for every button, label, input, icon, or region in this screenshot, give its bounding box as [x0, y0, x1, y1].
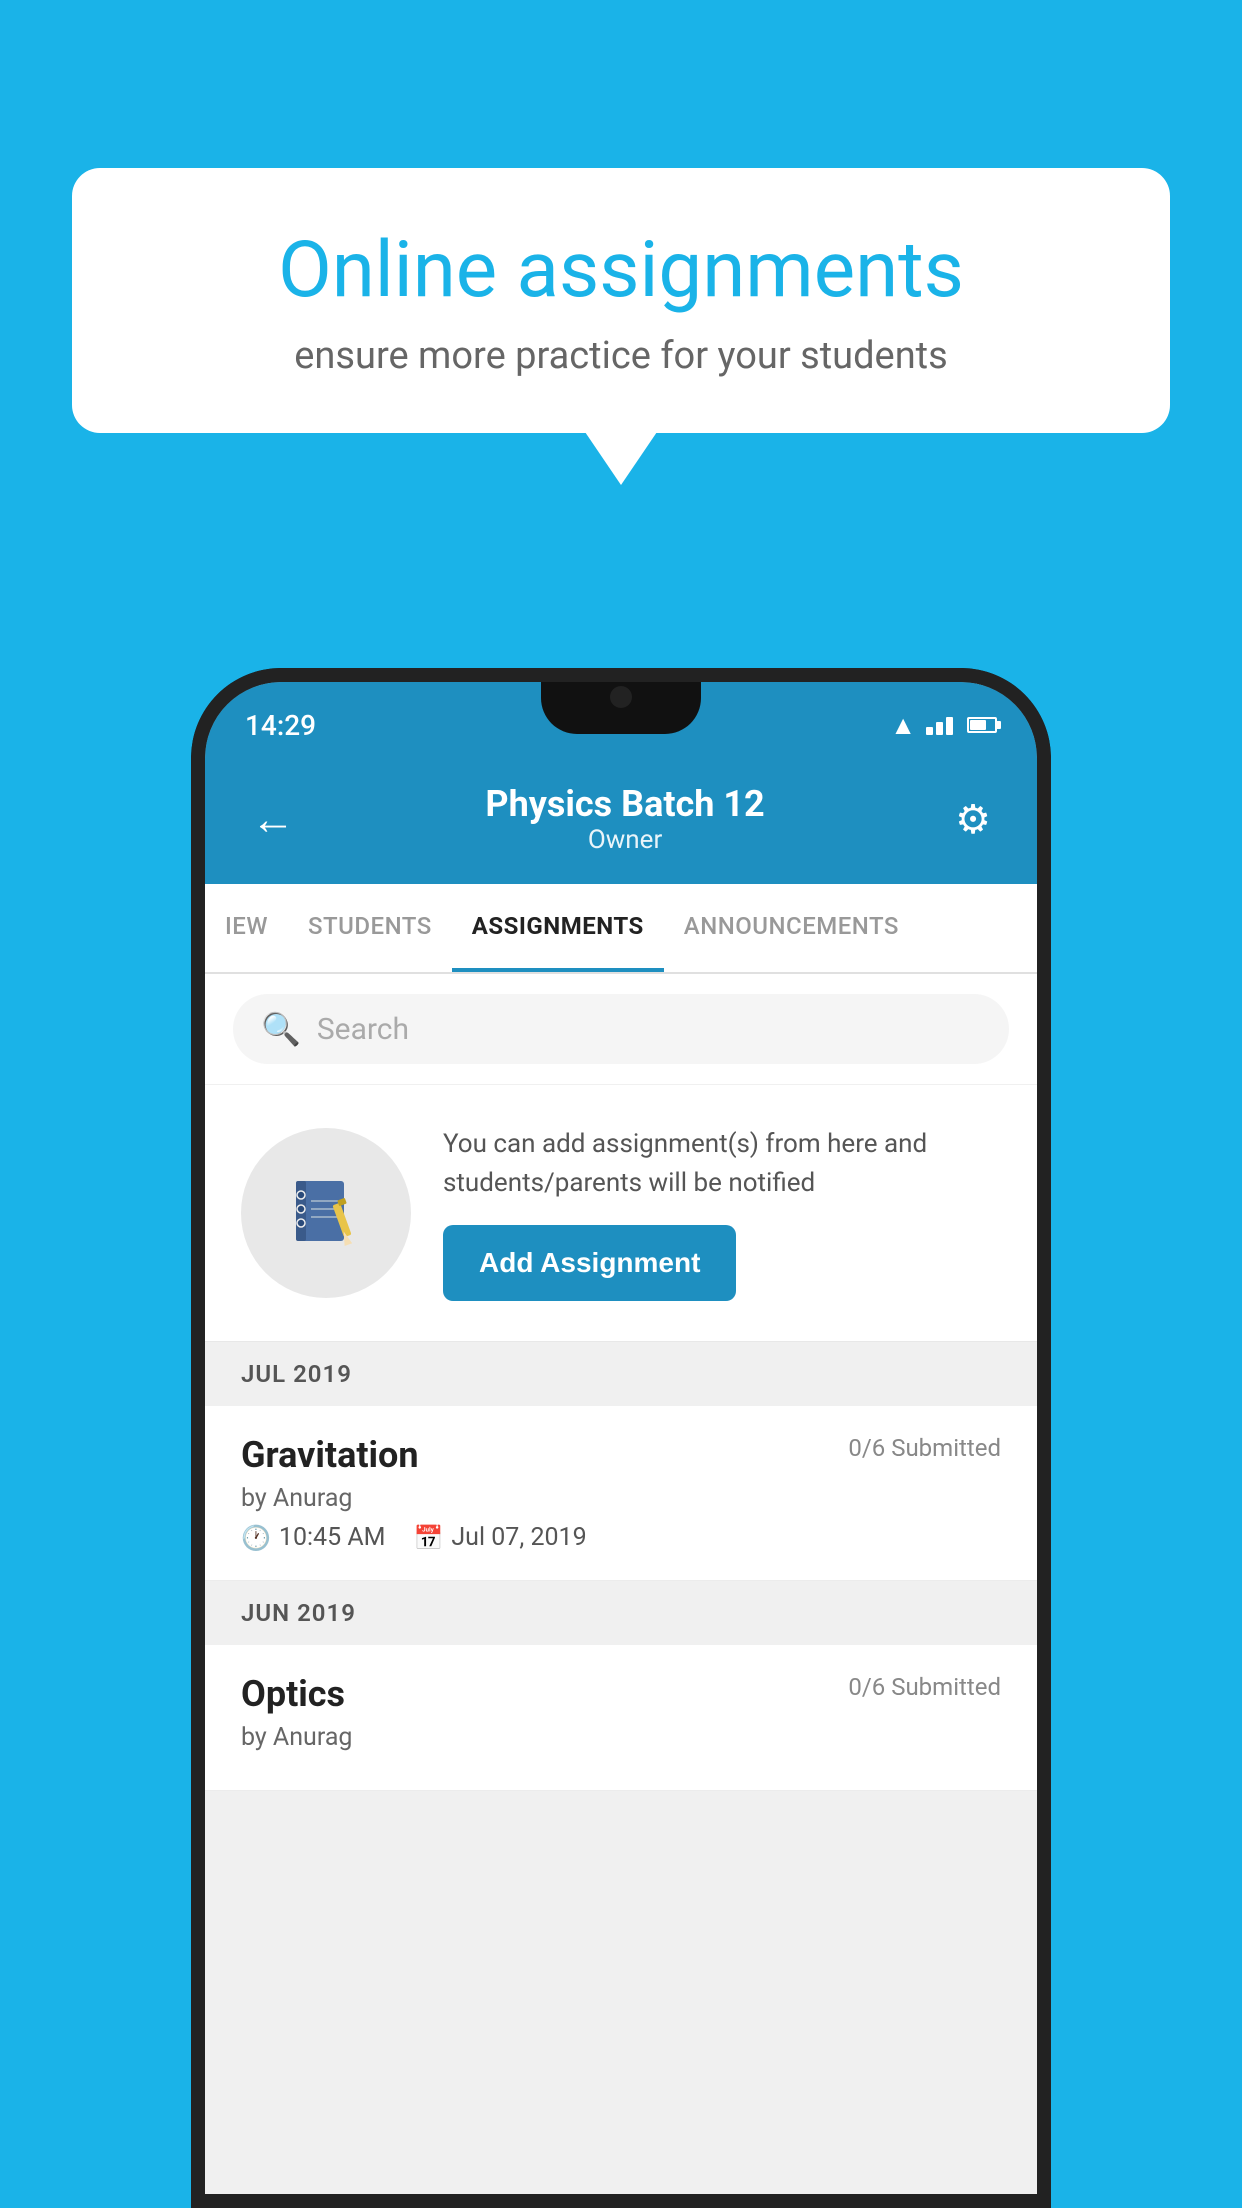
assignment-author-gravitation: by Anurag: [241, 1484, 1001, 1513]
battery-fill: [970, 720, 986, 730]
settings-icon[interactable]: ⚙: [945, 786, 1001, 853]
search-input-container[interactable]: 🔍 Search: [233, 994, 1009, 1064]
back-button[interactable]: ←: [241, 783, 305, 855]
phone-frame: 14:29 ▲ ← Physics Batch: [191, 668, 1051, 2208]
assignment-meta-gravitation: 🕐 10:45 AM 📅 Jul 07, 2019: [241, 1523, 1001, 1552]
assignment-submitted-gravitation: 0/6 Submitted: [848, 1434, 1001, 1462]
signal-bar-3: [946, 717, 953, 735]
phone-camera: [610, 686, 632, 708]
speech-bubble-subtitle: ensure more practice for your students: [142, 334, 1100, 378]
content-area: 🔍 Search: [205, 974, 1037, 1791]
assignment-time-gravitation: 🕐 10:45 AM: [241, 1523, 385, 1552]
wifi-icon: ▲: [890, 710, 916, 741]
signal-bar-2: [936, 722, 943, 735]
promo-icon-circle: [241, 1128, 411, 1298]
header-title: Physics Batch 12: [305, 783, 945, 825]
section-header-jun: JUN 2019: [205, 1581, 1037, 1645]
header-title-container: Physics Batch 12 Owner: [305, 783, 945, 855]
battery-icon: [967, 717, 997, 733]
status-time: 14:29: [245, 709, 316, 742]
search-bar: 🔍 Search: [205, 974, 1037, 1085]
assignment-header-row-optics: Optics 0/6 Submitted: [241, 1673, 1001, 1715]
promo-text: You can add assignment(s) from here and …: [443, 1125, 1001, 1203]
tab-students[interactable]: STUDENTS: [288, 884, 452, 972]
tabs-container: IEW STUDENTS ASSIGNMENTS ANNOUNCEMENTS: [205, 884, 1037, 974]
header-subtitle: Owner: [305, 825, 945, 855]
search-icon: 🔍: [261, 1010, 301, 1048]
phone-screen: 14:29 ▲ ← Physics Batch: [205, 682, 1037, 2208]
tab-announcements[interactable]: ANNOUNCEMENTS: [664, 884, 919, 972]
signal-bar-1: [926, 727, 933, 735]
tab-iew[interactable]: IEW: [205, 884, 288, 972]
promo-content: You can add assignment(s) from here and …: [443, 1125, 1001, 1301]
assignment-item-optics[interactable]: Optics 0/6 Submitted by Anurag: [205, 1645, 1037, 1791]
calendar-icon: 📅: [413, 1524, 443, 1552]
section-header-jul: JUL 2019: [205, 1342, 1037, 1406]
notebook-icon: [286, 1173, 366, 1253]
assignment-title-optics: Optics: [241, 1673, 345, 1715]
assignment-author-optics: by Anurag: [241, 1723, 1001, 1752]
assignment-submitted-optics: 0/6 Submitted: [848, 1673, 1001, 1701]
speech-bubble: Online assignments ensure more practice …: [72, 168, 1170, 433]
tab-assignments[interactable]: ASSIGNMENTS: [452, 884, 664, 972]
speech-bubble-title: Online assignments: [142, 228, 1100, 314]
add-assignment-button[interactable]: Add Assignment: [443, 1225, 736, 1301]
assignment-date-gravitation: 📅 Jul 07, 2019: [413, 1523, 586, 1552]
speech-bubble-container: Online assignments ensure more practice …: [72, 168, 1170, 433]
assignment-header-row: Gravitation 0/6 Submitted: [241, 1434, 1001, 1476]
assignment-item-gravitation[interactable]: Gravitation 0/6 Submitted by Anurag 🕐 10…: [205, 1406, 1037, 1581]
status-icons: ▲: [890, 710, 997, 741]
search-placeholder: Search: [317, 1012, 409, 1047]
clock-icon: 🕐: [241, 1524, 271, 1552]
battery-tip: [997, 721, 1001, 729]
app-header: ← Physics Batch 12 Owner ⚙: [205, 754, 1037, 884]
signal-icon: [926, 715, 953, 735]
promo-card: You can add assignment(s) from here and …: [205, 1085, 1037, 1342]
assignment-title-gravitation: Gravitation: [241, 1434, 419, 1476]
